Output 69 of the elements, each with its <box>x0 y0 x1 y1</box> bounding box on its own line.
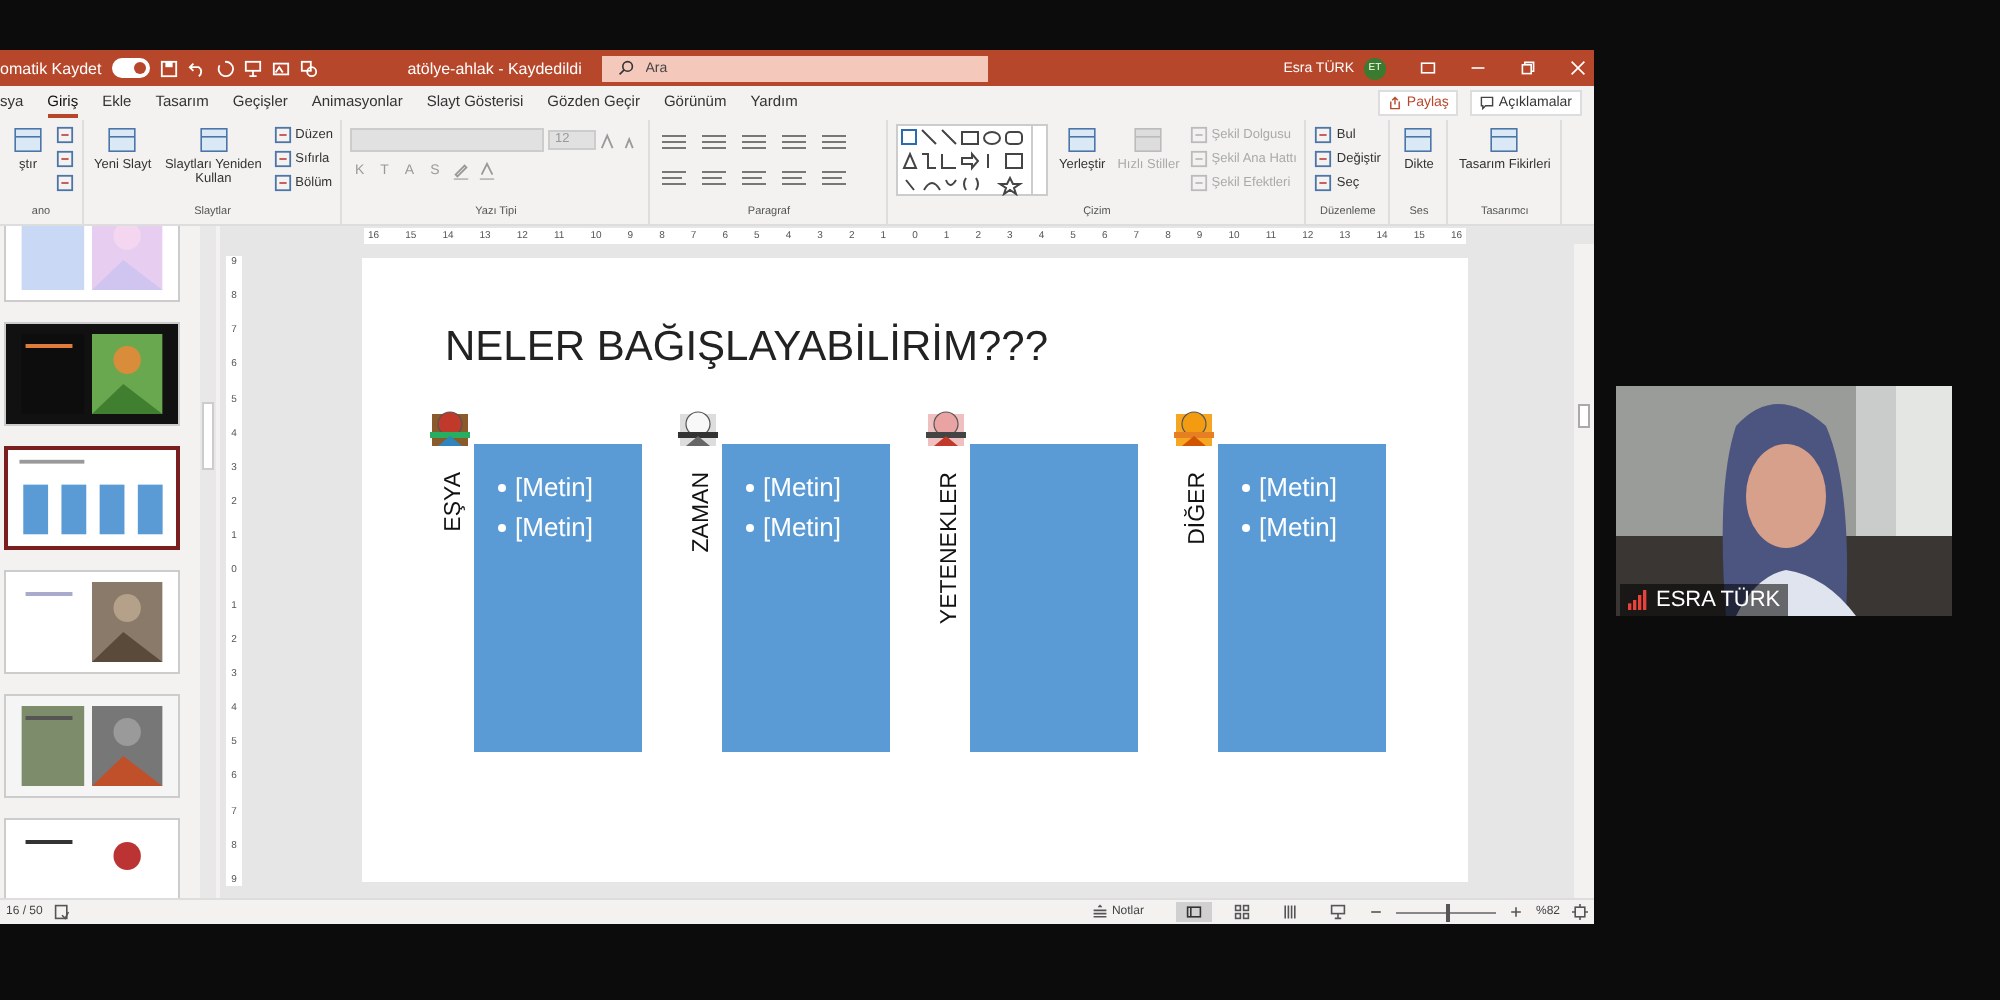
tool-icon <box>10 124 46 156</box>
autosave-label: omatik Kaydet <box>0 59 102 77</box>
restore-icon[interactable] <box>1520 60 1536 76</box>
placeholder-text: [Metin] <box>515 512 594 542</box>
bullet-icon <box>745 523 753 531</box>
column-heading[interactable]: DİĞER <box>1185 472 1209 545</box>
slide-thumbnail[interactable] <box>4 446 180 550</box>
tool-icon <box>1400 124 1437 156</box>
tool-icon <box>195 124 232 156</box>
share-icon <box>1388 96 1403 110</box>
tool-icon <box>1189 126 1208 144</box>
tool-icon <box>56 150 74 168</box>
close-icon[interactable] <box>1570 60 1586 76</box>
grid-icon <box>1233 904 1250 920</box>
placeholder-text: [Metin] <box>763 512 842 542</box>
zoom-in-icon[interactable] <box>1507 904 1524 920</box>
tool-icon <box>273 126 292 144</box>
save-icon[interactable] <box>159 59 178 77</box>
placeholder-text: [Metin] <box>515 472 594 502</box>
tool-icon <box>1314 174 1333 192</box>
picture-icon[interactable] <box>271 59 290 77</box>
scrollbar-thumb[interactable] <box>202 402 214 470</box>
tool-icon <box>1314 150 1333 168</box>
normal-view-button[interactable] <box>1175 902 1212 922</box>
tool-icon <box>1486 124 1523 156</box>
spellcheck-icon[interactable] <box>54 904 71 920</box>
tool-icon <box>1064 124 1101 156</box>
tool-icon <box>1314 126 1333 144</box>
column-heading[interactable]: EŞYA <box>441 472 465 532</box>
bullet-icon <box>497 483 505 491</box>
notes-icon <box>1091 904 1108 920</box>
scrollbar-thumb[interactable] <box>1578 404 1590 428</box>
tool-icon <box>1189 174 1208 192</box>
reading-view-icon <box>1281 904 1298 920</box>
document-title[interactable]: atölye-ahlak - Kaydedildi <box>407 59 592 77</box>
search-icon <box>617 60 634 76</box>
column-heading[interactable]: ZAMAN <box>689 472 713 553</box>
ribbon-display-icon[interactable] <box>1420 60 1436 76</box>
fit-slide-icon[interactable] <box>1572 904 1588 920</box>
placeholder-text: [Metin] <box>763 472 842 502</box>
autosave-toggle[interactable] <box>111 58 150 78</box>
redo-icon[interactable] <box>215 59 234 77</box>
comment-icon <box>1480 96 1495 110</box>
tool-icon <box>273 174 292 192</box>
presentation-icon <box>1329 904 1346 920</box>
placeholder-text: [Metin] <box>1259 472 1338 502</box>
bullet-icon <box>1241 523 1249 531</box>
shapes-icon[interactable] <box>299 59 318 77</box>
tool-icon <box>56 126 74 144</box>
shapes-gallery[interactable] <box>896 124 1049 196</box>
bullet-icon <box>1241 483 1249 491</box>
tool-icon <box>56 174 74 192</box>
undo-icon[interactable] <box>187 59 206 77</box>
slide-title[interactable]: NELER BAĞIŞLAYABİLİRİM??? <box>445 324 1467 372</box>
ribbon-button[interactable] <box>56 148 74 170</box>
column-heading[interactable]: YETENEKLER <box>937 472 961 625</box>
ribbon-button[interactable] <box>56 124 74 146</box>
bullet-icon <box>745 483 753 491</box>
tool-icon <box>1189 150 1208 168</box>
tool-icon <box>273 150 292 168</box>
signal-icon <box>1628 589 1648 609</box>
grow-font-icon[interactable] <box>600 131 619 149</box>
bullet-icon <box>497 523 505 531</box>
placeholder-text: [Metin] <box>1259 512 1338 542</box>
presentation-icon[interactable] <box>243 59 262 77</box>
participant-name: ESRA TÜRK <box>1656 587 1781 611</box>
ribbon-button[interactable] <box>56 172 74 194</box>
tool-icon <box>104 124 141 156</box>
normal-view-icon <box>1185 904 1202 920</box>
